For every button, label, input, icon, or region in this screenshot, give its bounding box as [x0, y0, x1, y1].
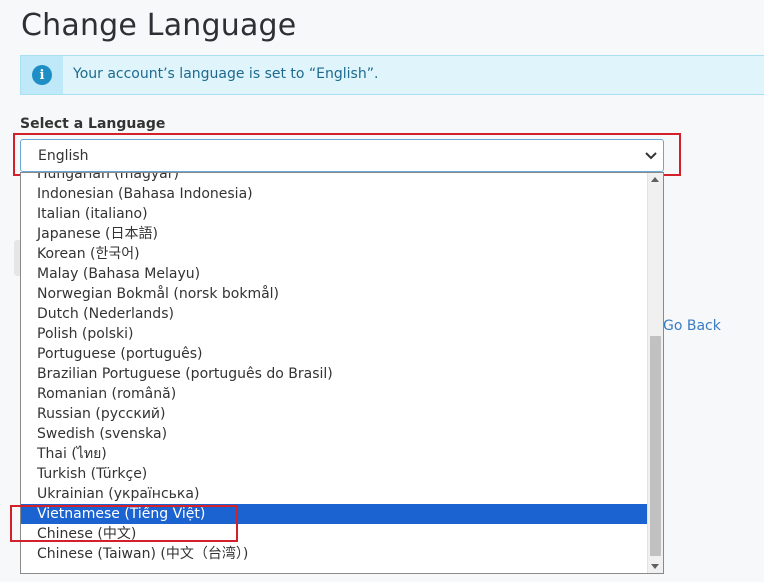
dropdown-option[interactable]: Thai (ไทย): [21, 444, 647, 464]
language-select-value: English: [38, 148, 89, 164]
go-back-link[interactable]: Go Back: [663, 318, 721, 334]
language-dropdown-list[interactable]: Hungarian (magyar) Indonesian (Bahasa Ind…: [20, 172, 664, 574]
info-alert: i Your account’s language is set to “Eng…: [20, 55, 764, 95]
scroll-down-arrow-icon[interactable]: [651, 564, 659, 569]
dropdown-option[interactable]: Japanese (日本語): [21, 224, 647, 244]
dropdown-option[interactable]: Hungarian (magyar): [21, 173, 647, 184]
dropdown-option[interactable]: Italian (italiano): [21, 204, 647, 224]
alert-message: Your account’s language is set to “Engli…: [73, 66, 379, 82]
language-select[interactable]: English: [20, 139, 664, 172]
dropdown-option[interactable]: Chinese (中文): [21, 524, 647, 544]
dropdown-option[interactable]: Portuguese (português): [21, 344, 647, 364]
scroll-up-arrow-icon[interactable]: [651, 177, 659, 182]
info-icon: i: [32, 65, 52, 85]
dropdown-option[interactable]: Romanian (română): [21, 384, 647, 404]
dropdown-option[interactable]: Swedish (svenska): [21, 424, 647, 444]
dropdown-option[interactable]: Vietnamese (Tiếng Việt): [21, 504, 647, 524]
dropdown-options: Hungarian (magyar) Indonesian (Bahasa Ind…: [21, 173, 647, 573]
dropdown-option[interactable]: Ukrainian (українська): [21, 484, 647, 504]
dropdown-option[interactable]: Korean (한국어): [21, 244, 647, 264]
select-language-label: Select a Language: [20, 116, 166, 132]
dropdown-option[interactable]: Dutch (Nederlands): [21, 304, 647, 324]
alert-icon-cell: i: [21, 56, 63, 94]
scroll-thumb[interactable]: [650, 336, 661, 556]
dropdown-option[interactable]: Turkish (Türkçe): [21, 464, 647, 484]
dropdown-option[interactable]: Russian (русский): [21, 404, 647, 424]
dropdown-option[interactable]: Chinese (Taiwan) (中文（台湾）): [21, 544, 647, 564]
dropdown-option[interactable]: Brazilian Portuguese (português do Brasi…: [21, 364, 647, 384]
chevron-down-icon: [645, 152, 657, 160]
dropdown-option[interactable]: Malay (Bahasa Melayu): [21, 264, 647, 284]
page-title: Change Language: [21, 8, 297, 43]
dropdown-option[interactable]: Indonesian (Bahasa Indonesia): [21, 184, 647, 204]
dropdown-option[interactable]: Polish (polski): [21, 324, 647, 344]
dropdown-scrollbar[interactable]: [647, 173, 663, 573]
dropdown-option[interactable]: Norwegian Bokmål (norsk bokmål): [21, 284, 647, 304]
